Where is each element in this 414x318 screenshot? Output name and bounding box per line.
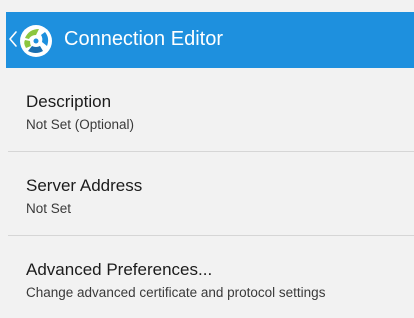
server-address-title: Server Address	[26, 176, 143, 195]
app-logo-icon[interactable]	[19, 24, 53, 58]
chevron-left-icon[interactable]	[8, 29, 18, 49]
description-setting[interactable]: Description Not Set (Optional)	[0, 68, 414, 152]
settings-list: Description Not Set (Optional) Server Ad…	[0, 68, 414, 318]
advanced-preferences-title: Advanced Preferences...	[26, 260, 213, 279]
connection-editor-screen: Connection Editor Description Not Set (O…	[0, 0, 414, 318]
description-value: Not Set (Optional)	[26, 117, 135, 132]
server-address-setting[interactable]: Server Address Not Set	[0, 152, 414, 236]
server-address-value: Not Set	[26, 201, 72, 216]
description-title: Description	[26, 92, 112, 111]
advanced-preferences-setting[interactable]: Advanced Preferences... Change advanced …	[0, 236, 414, 318]
advanced-preferences-description: Change advanced certificate and protocol…	[26, 285, 326, 300]
app-bar: Connection Editor	[6, 12, 414, 68]
page-title: Connection Editor	[64, 28, 223, 50]
